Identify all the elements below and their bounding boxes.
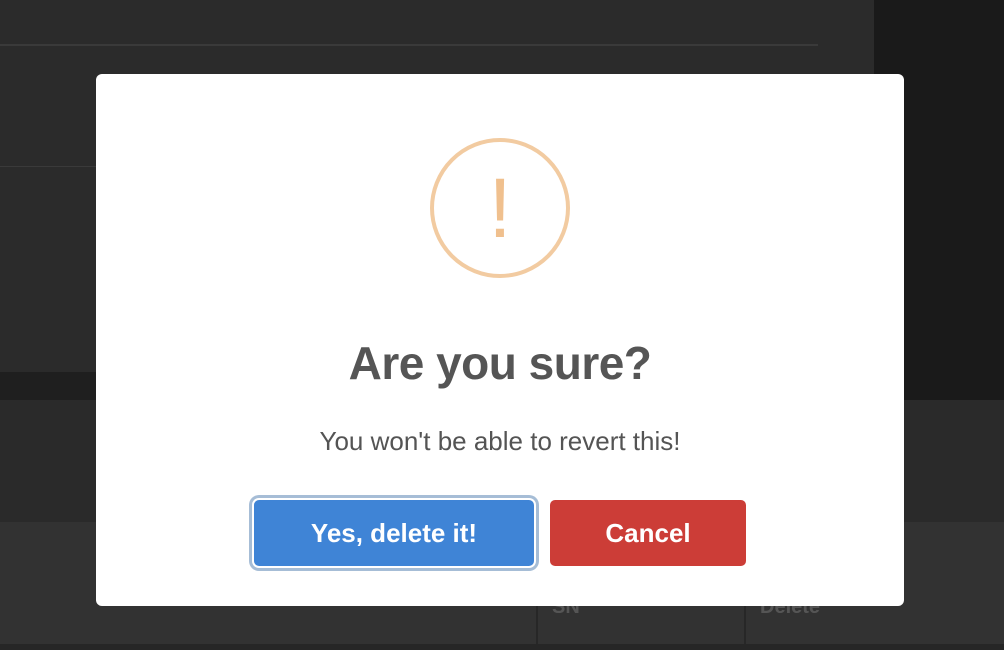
confirm-delete-button[interactable]: Yes, delete it! <box>254 500 534 566</box>
dialog-message: You won't be able to revert this! <box>319 426 681 456</box>
cancel-button[interactable]: Cancel <box>550 500 746 566</box>
exclamation-mark: ! <box>488 161 512 255</box>
dialog-title: Are you sure? <box>348 337 652 389</box>
confirm-dialog: ! Are you sure? You won't be able to rev… <box>96 74 904 606</box>
warning-icon: ! <box>430 138 570 278</box>
background-divider <box>0 44 818 46</box>
page: SN Delete ! Are you sure? You won't be a… <box>0 0 1004 650</box>
background-divider <box>0 644 1004 650</box>
